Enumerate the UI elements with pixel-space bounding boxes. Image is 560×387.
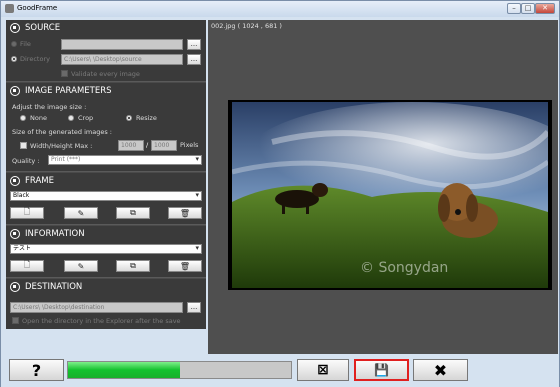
- settings-panel: SOURCE File ... Directory C:\Users\ \Des…: [6, 20, 206, 329]
- bottom-toolbar: ? ⊠ 💾 ✖: [1, 354, 559, 387]
- directory-radio[interactable]: [11, 56, 17, 62]
- information-title: INFORMATION: [25, 229, 85, 239]
- close-button[interactable]: ✕: [535, 3, 555, 14]
- option-crop-label: Crop: [78, 114, 94, 122]
- validate-checkbox[interactable]: [61, 70, 68, 77]
- frame-section: FRAME Black 🗋 ✎ ⧉ 🗑: [6, 173, 206, 225]
- file-label: File: [20, 40, 31, 48]
- app-icon: [5, 4, 14, 13]
- trash-icon: 🗑: [179, 261, 191, 271]
- destination-section: DESTINATION C:\Users\ \Desktop\destinati…: [6, 279, 206, 329]
- copy-icon: ⧉: [130, 208, 136, 217]
- option-crop-radio[interactable]: [68, 115, 74, 121]
- frame-delete-button[interactable]: 🗑: [168, 207, 202, 219]
- help-button[interactable]: ?: [9, 359, 64, 381]
- destination-header: DESTINATION: [10, 281, 82, 293]
- information-section: INFORMATION テスト 🗋 ✎ ⧉ 🗑: [6, 226, 206, 278]
- information-select[interactable]: テスト: [10, 244, 202, 254]
- quality-select[interactable]: Print (***): [48, 155, 202, 165]
- frame-copy-button[interactable]: ⧉: [116, 207, 150, 219]
- edit-icon: ✎: [77, 208, 85, 218]
- destination-field[interactable]: C:\Users\ \Desktop\destination: [10, 302, 183, 313]
- directory-field[interactable]: C:\Users\ \Desktop\source: [61, 54, 183, 65]
- cancel-button[interactable]: ✖: [413, 359, 468, 381]
- frame-edit-button[interactable]: ✎: [64, 207, 98, 219]
- preview-photo: © Songydan: [232, 102, 548, 288]
- progress-fill: [68, 362, 180, 378]
- preview-panel: 002.jpg ( 1024 , 681 ) © Songydan: [208, 20, 558, 354]
- wh-max-checkbox[interactable]: [20, 142, 27, 149]
- option-resize-label: Resize: [136, 114, 157, 122]
- minimize-button[interactable]: –: [507, 3, 521, 14]
- app-window: GoodFrame – □ ✕ SOURCE File ... Director…: [0, 0, 560, 387]
- option-none-label: None: [30, 114, 47, 122]
- clear-button[interactable]: ⊠: [297, 359, 349, 381]
- unit-label: Pixels: [180, 141, 199, 149]
- info-copy-button[interactable]: ⧉: [116, 260, 150, 272]
- file-browse-button[interactable]: ...: [187, 39, 201, 50]
- open-explorer-label: Open the directory in the Explorer after…: [22, 317, 181, 325]
- image-params-header: IMAGE PARAMETERS: [10, 85, 112, 97]
- clear-icon: ⊠: [317, 362, 329, 378]
- width-field[interactable]: 1000: [118, 140, 144, 151]
- new-file-icon: 🗋: [23, 207, 31, 216]
- photo-watermark: © Songydan: [360, 260, 448, 276]
- size-label: Size of the generated images :: [12, 128, 113, 136]
- copy-icon: ⧉: [130, 261, 136, 270]
- title-bar: GoodFrame – □ ✕: [1, 1, 559, 17]
- image-params-section: IMAGE PARAMETERS Adjust the image size :…: [6, 83, 206, 172]
- save-icon: 💾: [374, 363, 389, 377]
- photo-frame: © Songydan: [228, 100, 552, 290]
- wh-max-label: Width/Height Max :: [30, 142, 93, 150]
- window-title: GoodFrame: [17, 4, 58, 12]
- frame-new-button[interactable]: 🗋: [10, 207, 44, 219]
- source-header: SOURCE: [10, 22, 60, 34]
- cancel-icon: ✖: [433, 360, 448, 380]
- directory-label: Directory: [20, 55, 50, 63]
- info-delete-button[interactable]: 🗑: [168, 260, 202, 272]
- copyright-icon: [10, 229, 20, 239]
- quality-label: Quality :: [12, 157, 40, 165]
- file-radio[interactable]: [11, 41, 17, 47]
- directory-browse-button[interactable]: ...: [187, 54, 201, 65]
- destination-icon: [10, 282, 20, 292]
- source-title: SOURCE: [25, 23, 61, 33]
- image-params-title: IMAGE PARAMETERS: [25, 86, 112, 96]
- adjust-label: Adjust the image size :: [12, 103, 87, 111]
- option-resize-radio[interactable]: [126, 115, 132, 121]
- information-header: INFORMATION: [10, 228, 85, 240]
- frame-select[interactable]: Black: [10, 191, 202, 201]
- progress-bar: [67, 361, 292, 379]
- edit-icon: ✎: [77, 261, 85, 271]
- wh-separator: /: [146, 141, 149, 149]
- source-section: SOURCE File ... Directory C:\Users\ \Des…: [6, 20, 206, 82]
- source-icon: [10, 23, 20, 33]
- destination-browse-button[interactable]: ...: [187, 302, 201, 313]
- validate-label: Validate every image: [71, 70, 140, 78]
- maximize-button[interactable]: □: [521, 3, 535, 14]
- destination-title: DESTINATION: [25, 282, 83, 292]
- info-new-button[interactable]: 🗋: [10, 260, 44, 272]
- file-field[interactable]: [61, 39, 183, 50]
- preview-caption: 002.jpg ( 1024 , 681 ): [211, 22, 282, 30]
- info-edit-button[interactable]: ✎: [64, 260, 98, 272]
- option-none-radio[interactable]: [20, 115, 26, 121]
- trash-icon: 🗑: [179, 208, 191, 218]
- new-file-icon: 🗋: [23, 260, 31, 269]
- frame-title: FRAME: [25, 176, 54, 186]
- save-button[interactable]: 💾: [354, 359, 409, 381]
- frame-icon: [10, 176, 20, 186]
- pencil-icon: [10, 86, 20, 96]
- open-explorer-checkbox[interactable]: [12, 317, 19, 324]
- height-field[interactable]: 1000: [151, 140, 177, 151]
- frame-header: FRAME: [10, 175, 54, 187]
